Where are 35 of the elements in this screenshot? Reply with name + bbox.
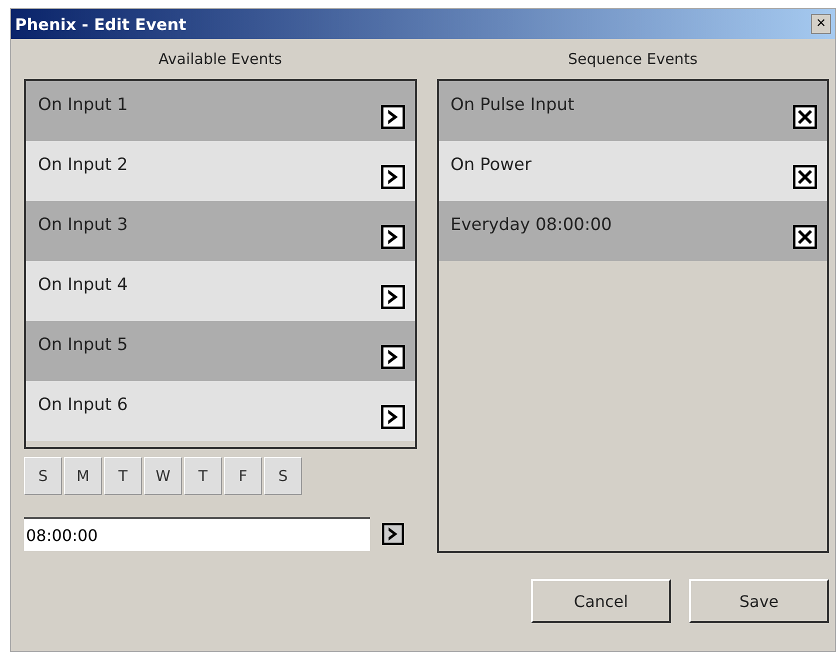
event-row[interactable]: Everyday 08:00:00: [438, 201, 827, 261]
day-toggle[interactable]: T: [184, 457, 222, 495]
event-label: On Input 3: [38, 214, 128, 235]
time-field[interactable]: 08:00:00: [24, 517, 370, 551]
event-label: Everyday 08:00:00: [450, 214, 612, 235]
event-row[interactable]: On Pulse Input: [438, 81, 827, 141]
window-title: Phenix - Edit Event: [15, 14, 186, 34]
dialog-button[interactable]: Cancel: [531, 579, 671, 623]
event-label: On Input 4: [38, 274, 128, 295]
event-row[interactable]: On Input 1: [26, 81, 414, 141]
event-row[interactable]: On Input 4: [26, 261, 414, 321]
event-row[interactable]: On Input 6: [26, 381, 414, 441]
day-toggle[interactable]: T: [104, 457, 142, 495]
event-label: On Input 1: [38, 94, 128, 115]
event-row[interactable]: On Input 3: [26, 201, 414, 261]
day-toggle[interactable]: W: [144, 457, 182, 495]
event-row[interactable]: On Input 2: [26, 141, 414, 201]
event-label: On Pulse Input: [450, 94, 574, 115]
column-heading: Available Events: [158, 49, 283, 70]
event-label: On Input 2: [38, 154, 128, 175]
event-label: On Input 6: [38, 394, 128, 415]
remove-x-icon[interactable]: [793, 105, 817, 129]
event-row[interactable]: On Input 5: [26, 321, 414, 381]
day-toggle[interactable]: S: [264, 457, 302, 495]
event-label: On Power: [450, 154, 532, 175]
column-heading: Sequence Events: [566, 49, 699, 70]
close-button[interactable]: ×: [811, 14, 831, 34]
remove-x-icon[interactable]: [793, 225, 817, 249]
event-row[interactable]: On Power: [438, 141, 827, 201]
dialog-button[interactable]: Save: [689, 579, 829, 623]
event-label: On Input 5: [38, 334, 128, 355]
day-toggle[interactable]: S: [24, 457, 62, 495]
day-toggle[interactable]: F: [224, 457, 262, 495]
day-toggle[interactable]: M: [64, 457, 102, 495]
remove-x-icon[interactable]: [793, 165, 817, 189]
